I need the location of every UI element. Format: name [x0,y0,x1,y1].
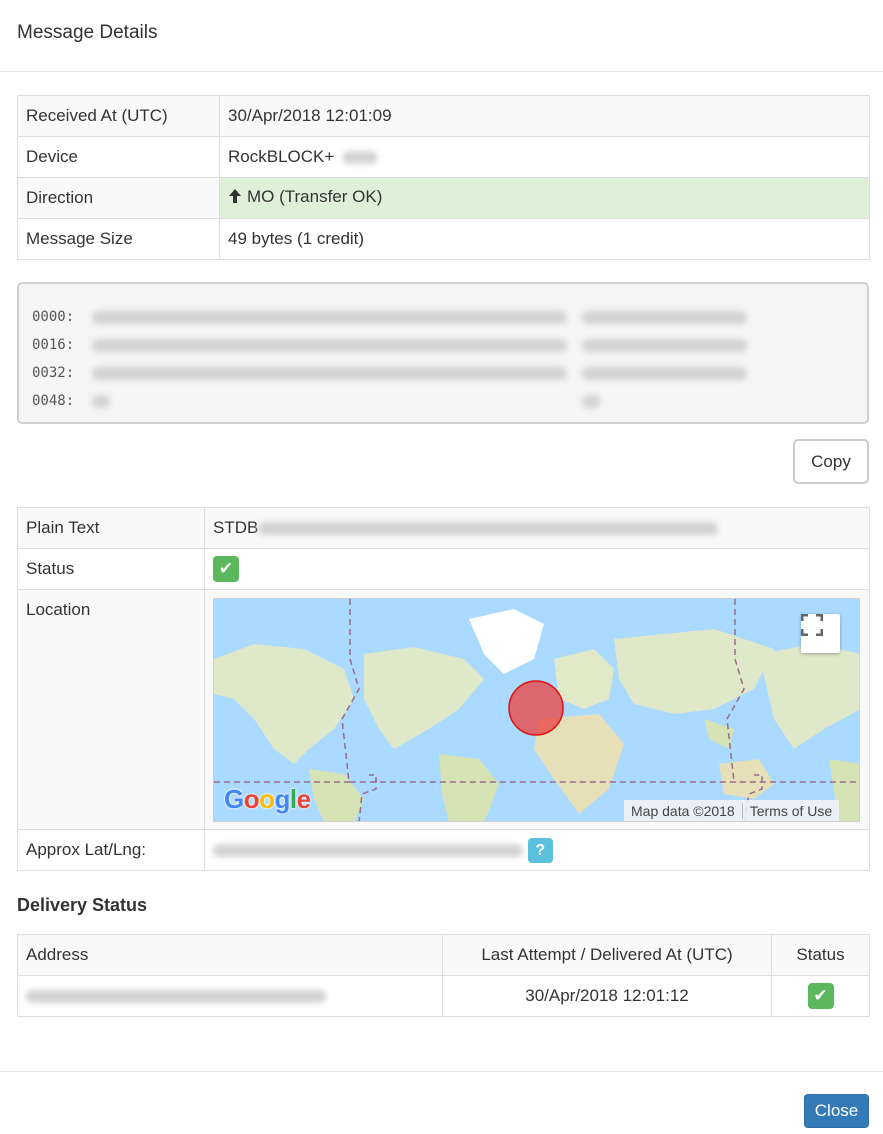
location-label: Location [17,589,205,830]
redacted-hex-bytes [92,394,110,408]
location-cell: Google Map data ©2018 Terms of Use [204,589,870,830]
plain-text-value: STDB [213,518,259,537]
hex-offset: 0032: [32,365,75,381]
redacted-latlng [213,843,523,857]
terms-of-use-link[interactable]: Terms of Use [741,802,839,819]
location-marker-circle [508,679,564,736]
latlng-cell: ? [204,829,870,871]
redacted-ascii [582,310,747,324]
delivered-at-value: 30/Apr/2018 12:01:12 [442,975,772,1017]
modal-footer-divider [0,1071,883,1072]
location-map[interactable]: Google Map data ©2018 Terms of Use [213,597,860,822]
device-cell: RockBLOCK+ [219,136,870,178]
redacted-hex-bytes [92,366,567,380]
message-info-table: Received At (UTC) 30/Apr/2018 12:01:09 D… [17,95,870,260]
table-row: Message Size 49 bytes (1 credit) [17,218,870,260]
map-data-label: Map data ©2018 [631,802,735,819]
table-row: Direction MO (Transfer OK) [17,177,870,219]
table-row: Approx Lat/Lng: ? [17,829,870,871]
direction-value: MO (Transfer OK) [247,187,383,207]
redacted-device-id [343,151,378,165]
plain-text-label: Plain Text [17,507,205,549]
delivery-status-cell: ✔ [771,975,870,1017]
hex-offset: 0048: [32,393,75,409]
address-header: Address [17,934,443,976]
plain-text-cell: STDB [204,507,870,549]
hex-line: 0032: [19,359,867,387]
hex-line: 0000: [19,303,867,331]
direction-label: Direction [17,177,220,219]
table-row: Plain Text STDB [17,507,870,549]
received-at-value: 30/Apr/2018 12:01:09 [219,95,870,137]
hex-offset: 0016: [32,337,75,353]
hex-dump-box[interactable]: 0000: 0016: 0032: 0048: [17,282,869,424]
received-at-label: Received At (UTC) [17,95,220,137]
device-value: RockBLOCK+ [228,147,335,166]
latlng-label: Approx Lat/Lng: [17,829,205,871]
copy-button[interactable]: Copy [793,439,869,484]
fullscreen-icon [801,613,823,636]
check-icon: ✔ [213,556,239,582]
redacted-plain-text [258,522,719,536]
message-detail-table: Plain Text STDB Status ✔ Location Google… [17,507,870,871]
hex-line: 0016: [19,331,867,359]
map-attribution: Map data ©2018 Terms of Use [624,799,840,821]
status-label: Status [17,548,205,590]
device-label: Device [17,136,220,178]
redacted-ascii [582,338,747,352]
delivery-status-table: Address Last Attempt / Delivered At (UTC… [17,934,870,1017]
google-logo: Google [224,783,311,814]
modal-title: Message Details [17,22,158,43]
redacted-address [26,990,326,1004]
table-header-row: Address Last Attempt / Delivered At (UTC… [17,934,870,976]
redacted-ascii [582,366,747,380]
fullscreen-button[interactable] [801,613,840,653]
direction-cell: MO (Transfer OK) [219,177,870,219]
status-cell: ✔ [204,548,870,590]
table-row: Status ✔ [17,548,870,590]
check-icon: ✔ [807,983,834,1009]
table-row: Location Google Map data ©2018 Terms of … [17,589,870,830]
table-row: Received At (UTC) 30/Apr/2018 12:01:09 [17,95,870,137]
status-header: Status [771,934,870,976]
hex-offset: 0000: [32,309,75,325]
delivered-at-header: Last Attempt / Delivered At (UTC) [442,934,772,976]
close-button[interactable]: Close [804,1094,869,1128]
redacted-ascii [582,394,600,408]
message-size-value: 49 bytes (1 credit) [219,218,870,260]
message-size-label: Message Size [17,218,220,260]
table-row: 30/Apr/2018 12:01:12 ✔ [17,975,870,1017]
arrow-up-icon [228,188,242,209]
modal-header: Message Details [0,0,883,72]
delivery-status-heading: Delivery Status [17,895,148,915]
hex-line: 0048: [19,387,867,415]
redacted-hex-bytes [92,310,567,324]
help-icon[interactable]: ? [527,837,553,863]
table-row: Device RockBLOCK+ [17,136,870,178]
address-cell [17,975,443,1017]
redacted-hex-bytes [92,338,567,352]
